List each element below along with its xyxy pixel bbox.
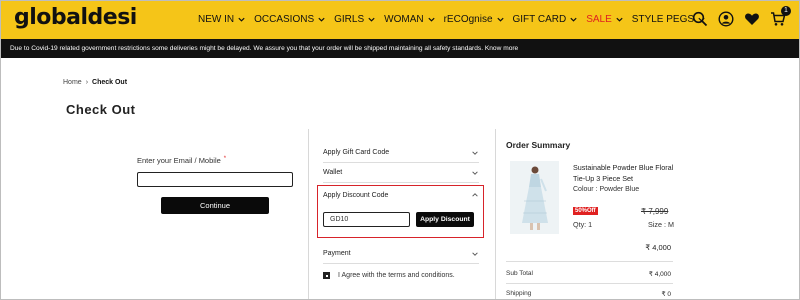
header-icons: 1 — [692, 6, 791, 27]
product-name[interactable]: Sustainable Powder Blue Floral Tie-Up 3 … — [573, 162, 683, 184]
page-title: Check Out — [66, 102, 136, 117]
discount-code-input[interactable] — [323, 212, 410, 227]
chevron-down-icon — [238, 17, 245, 22]
nav-item-occasions[interactable]: OCCASIONS — [254, 14, 326, 25]
user-icon[interactable] — [718, 11, 734, 27]
shipping-label: Shipping — [506, 290, 532, 297]
wallet-accordion[interactable]: Wallet — [323, 163, 479, 183]
terms-label[interactable]: I Agree with the terms and conditions. — [338, 272, 455, 279]
search-icon[interactable] — [692, 11, 708, 27]
chevron-down-icon — [616, 17, 623, 22]
original-price: ₹ 7,999 — [641, 207, 669, 216]
breadcrumb-current: Check Out — [92, 79, 128, 86]
chevron-down-icon — [427, 17, 435, 22]
gift-card-accordion[interactable]: Apply Gift Card Code — [323, 143, 479, 163]
cart-count-badge: 1 — [781, 6, 791, 16]
column-divider — [308, 129, 309, 299]
nav-item-recognise[interactable]: rECOgnise — [444, 14, 505, 25]
checkout-page: globaldesi NEW IN OCCASIONS GIRLS WOMAN … — [0, 0, 800, 300]
chevron-down-icon — [570, 17, 577, 22]
wallet-label: Wallet — [323, 169, 343, 176]
apply-discount-button[interactable]: Apply Discount — [416, 212, 474, 227]
terms-checkbox[interactable] — [323, 272, 330, 279]
heart-icon[interactable] — [744, 11, 760, 27]
nav-item-girls[interactable]: GIRLS — [334, 14, 376, 25]
product-price: ₹ 4,000 — [645, 243, 671, 252]
product-size: Size : M — [648, 220, 674, 229]
summary-divider — [506, 283, 673, 284]
chevron-down-icon — [472, 251, 478, 256]
breadcrumb-home[interactable]: Home — [63, 79, 82, 86]
product-colour: Colour : Powder Blue — [573, 186, 640, 193]
sub-total-label: Sub Total — [506, 270, 533, 277]
chevron-down-icon — [496, 17, 504, 22]
brand-logo[interactable]: globaldesi — [14, 5, 137, 30]
column-divider — [495, 129, 496, 299]
nav-item-gift-card[interactable]: GIFT CARD — [513, 14, 579, 25]
continue-button[interactable]: Continue — [161, 197, 269, 214]
gift-card-label: Apply Gift Card Code — [323, 149, 390, 156]
breadcrumb: Home › Check Out — [63, 79, 127, 86]
nav-item-woman[interactable]: WOMAN — [384, 14, 435, 25]
order-summary-title: Order Summary — [506, 140, 571, 150]
discount-badge: 50%Off — [573, 207, 598, 215]
shipping-value: ₹ 0 — [661, 291, 671, 298]
nav-item-new-in[interactable]: NEW IN — [198, 14, 246, 25]
chevron-down-icon — [472, 170, 478, 175]
discount-label: Apply Discount Code — [323, 191, 389, 199]
product-photo-illustration — [510, 161, 559, 234]
required-mark: * — [223, 156, 227, 162]
chevron-up-icon — [472, 193, 478, 197]
chevron-down-icon — [318, 17, 325, 22]
breadcrumb-separator-icon: › — [85, 79, 89, 86]
chevron-down-icon — [368, 17, 375, 22]
notice-text[interactable]: Due to Covid-19 related government restr… — [10, 45, 518, 52]
product-quantity: Qty: 1 — [573, 220, 593, 229]
discount-accordion-header[interactable]: Apply Discount Code — [323, 188, 479, 202]
product-image[interactable] — [510, 161, 559, 234]
cart-button[interactable]: 1 — [770, 6, 791, 27]
terms-row: I Agree with the terms and conditions. — [323, 272, 455, 279]
chevron-down-icon — [472, 150, 478, 155]
payment-label: Payment — [323, 250, 351, 257]
nav-item-sale[interactable]: SALE — [586, 14, 624, 25]
email-mobile-label: Enter your Email / Mobile * — [137, 156, 227, 165]
summary-divider — [506, 261, 673, 262]
covid-notice-banner: Due to Covid-19 related government restr… — [1, 39, 799, 58]
site-header: globaldesi NEW IN OCCASIONS GIRLS WOMAN … — [1, 1, 799, 39]
email-mobile-input[interactable] — [137, 172, 293, 187]
main-nav: NEW IN OCCASIONS GIRLS WOMAN rECOgnise G… — [198, 14, 714, 25]
payment-accordion[interactable]: Payment — [323, 244, 479, 264]
sub-total-value: ₹ 4,000 — [648, 271, 671, 278]
